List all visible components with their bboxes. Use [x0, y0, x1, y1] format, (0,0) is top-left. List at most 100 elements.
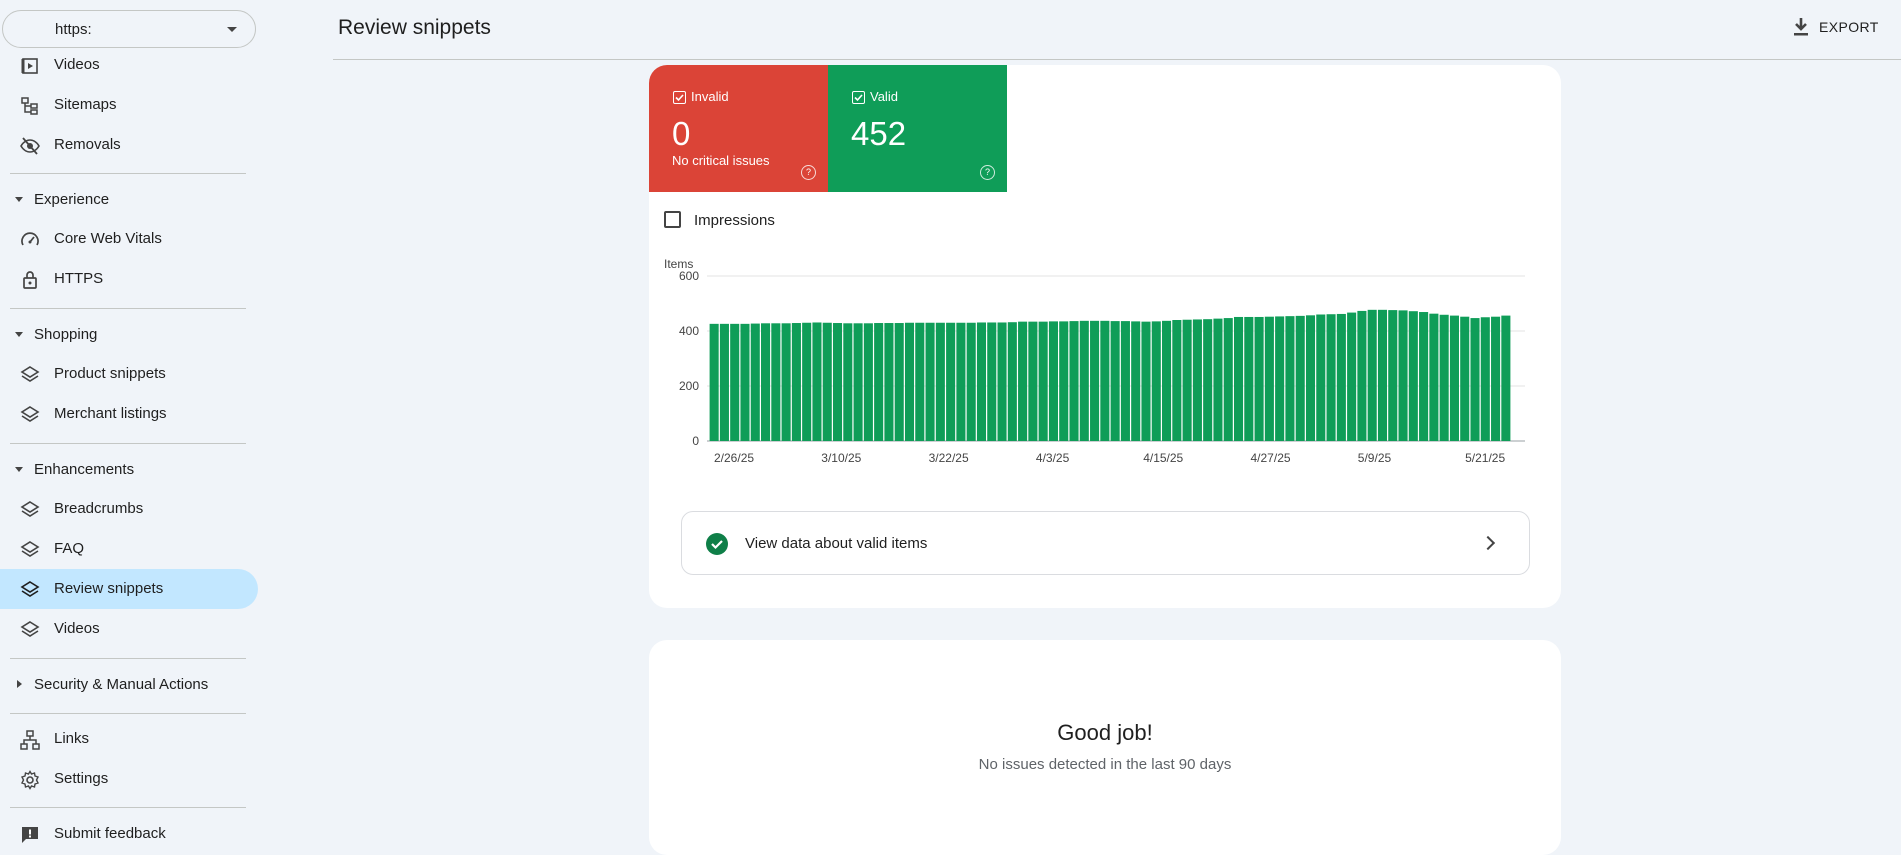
bar: [1244, 316, 1254, 441]
export-button[interactable]: EXPORT: [1791, 16, 1881, 40]
collapse-icon: [15, 332, 23, 337]
lock-icon: [23, 271, 37, 289]
layers-icon: [20, 621, 40, 637]
bar: [884, 323, 894, 441]
divider: [10, 658, 246, 659]
bar: [791, 323, 801, 441]
bar: [1182, 319, 1192, 441]
bar: [1018, 321, 1028, 441]
sidebar-item-review-snippets[interactable]: Review snippets: [0, 569, 258, 609]
section-label: Security & Manual Actions: [34, 676, 209, 693]
section-security[interactable]: Security & Manual Actions: [0, 667, 258, 703]
bar: [1192, 319, 1202, 441]
bar: [853, 323, 863, 441]
items-chart: Items 0 200 400 600 2/26/25 3/10/25 3/22/25 4/3/…: [649, 249, 1561, 489]
checkbox[interactable]: [664, 211, 681, 228]
checkbox-icon: [852, 91, 865, 104]
sidebar-item-core-web-vitals[interactable]: Core Web Vitals: [0, 219, 258, 259]
invalid-tile[interactable]: Invalid 0 No critical issues ?: [649, 65, 828, 192]
sidebar-item-label: Links: [54, 730, 90, 747]
sidebar-item-label: Videos: [54, 56, 100, 73]
sidebar-item-videos[interactable]: Videos: [0, 45, 258, 85]
bar: [1316, 314, 1326, 441]
section-shopping[interactable]: Shopping: [0, 317, 258, 353]
bar: [1028, 321, 1038, 441]
download-icon: [1794, 18, 1808, 36]
section-enhancements[interactable]: Enhancements: [0, 452, 258, 488]
bar: [822, 322, 832, 441]
sidebar-item-label: FAQ: [54, 540, 85, 557]
sidebar-item-sitemaps[interactable]: Sitemaps: [0, 85, 258, 125]
bar: [771, 323, 781, 441]
valid-tile[interactable]: Valid 452 ?: [828, 65, 1007, 192]
sidebar-item-removals[interactable]: Removals: [0, 125, 258, 165]
page-title: Review snippets: [338, 16, 491, 39]
speed-icon: [21, 232, 39, 246]
layers-icon: [20, 581, 40, 597]
bar: [1110, 321, 1120, 441]
bar: [709, 323, 719, 441]
bar: [1203, 319, 1213, 441]
layers-icon: [20, 501, 40, 517]
bar: [1069, 321, 1079, 441]
bar: [1131, 321, 1141, 441]
bar: [1141, 321, 1151, 441]
y-tick-label: 600: [679, 269, 699, 283]
y-tick-label: 200: [679, 379, 699, 393]
bar: [1038, 321, 1048, 441]
bar: [987, 322, 997, 441]
bar: [1048, 321, 1058, 441]
view-valid-items-link[interactable]: View data about valid items: [681, 511, 1530, 575]
bar: [1408, 311, 1418, 441]
bar: [1388, 310, 1398, 441]
divider: [10, 308, 246, 309]
invalid-label: Invalid: [691, 89, 729, 104]
bar: [915, 322, 925, 441]
sidebar-item-videos-enh[interactable]: Videos: [0, 609, 258, 649]
gear-icon: [21, 770, 39, 790]
sidebar-item-submit-feedback[interactable]: Submit feedback: [0, 814, 258, 854]
x-tick-label: 5/9/25: [1358, 451, 1392, 465]
sidebar-item-label: Videos: [54, 620, 100, 637]
bar: [976, 322, 987, 441]
bar: [1439, 314, 1449, 441]
sidebar-item-product-snippets[interactable]: Product snippets: [0, 354, 258, 394]
sidebar-item-breadcrumbs[interactable]: Breadcrumbs: [0, 489, 258, 529]
bar: [719, 323, 729, 441]
sidebar-item-label: Settings: [54, 770, 109, 787]
divider: [10, 713, 246, 714]
bar: [1162, 320, 1172, 441]
good-job-subtitle: No issues detected in the last 90 days: [978, 756, 1232, 773]
x-tick-label: 2/26/25: [714, 451, 754, 465]
feedback-icon: [22, 827, 38, 843]
bar: [1501, 315, 1511, 441]
property-selector[interactable]: https:: [2, 10, 256, 48]
chevron-right-icon: [1480, 535, 1496, 551]
invalid-count: 0: [672, 115, 691, 152]
bar: [1419, 312, 1429, 441]
expand-icon: [17, 680, 22, 688]
impressions-label: Impressions: [694, 212, 775, 229]
issues-card: Good job! No issues detected in the last…: [649, 640, 1561, 855]
bar: [1491, 316, 1501, 441]
section-label: Shopping: [34, 326, 98, 343]
section-experience[interactable]: Experience: [0, 182, 258, 218]
sidebar-item-faq[interactable]: FAQ: [0, 529, 258, 569]
bar: [1398, 310, 1408, 441]
x-tick-label: 3/10/25: [821, 451, 861, 465]
bar: [1449, 315, 1459, 441]
sidebar-item-merchant-listings[interactable]: Merchant listings: [0, 394, 258, 434]
bar: [1120, 321, 1130, 441]
bar: [1357, 310, 1367, 441]
bar: [894, 323, 904, 441]
links-icon: [20, 730, 40, 750]
help-icon[interactable]: ?: [980, 165, 995, 180]
collapse-icon: [15, 197, 23, 202]
sidebar-item-https[interactable]: HTTPS: [0, 259, 258, 299]
help-icon[interactable]: ?: [801, 165, 816, 180]
bar: [1007, 322, 1017, 441]
sidebar-item-links[interactable]: Links: [0, 719, 258, 759]
bar: [956, 322, 966, 441]
sidebar-item-settings[interactable]: Settings: [0, 759, 258, 799]
bar: [935, 322, 945, 441]
